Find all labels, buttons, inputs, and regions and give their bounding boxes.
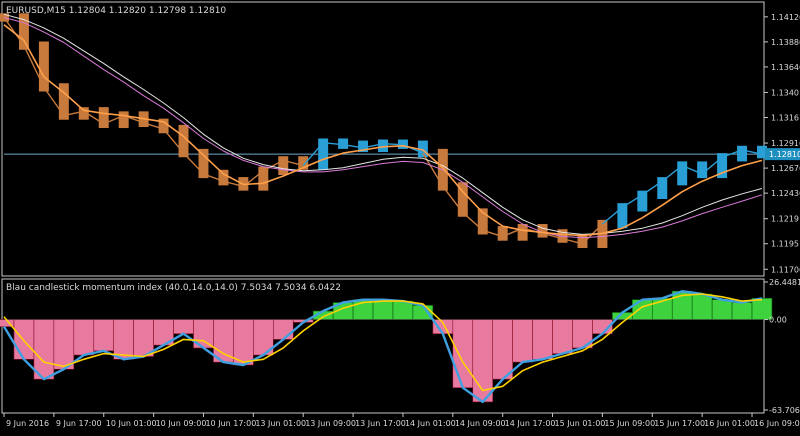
histogram-bar[interactable] <box>512 319 533 363</box>
indicator-axis-label: 26.4481 <box>769 278 800 287</box>
histogram-bar[interactable] <box>632 299 653 320</box>
time-axis-label: 13 Jun 01:00 <box>255 419 306 428</box>
indicator-axis-label: -63.7062 <box>769 406 800 415</box>
histogram-bar[interactable] <box>412 305 434 320</box>
time-axis-label: 14 Jun 01:00 <box>405 419 456 428</box>
price-axis-label: 1.12436 <box>771 189 800 198</box>
time-axis-label: 14 Jun 17:00 <box>505 419 556 428</box>
histogram-bar[interactable] <box>173 319 194 335</box>
price-axis-label: 1.12916 <box>771 139 800 148</box>
time-axis-label: 10 Jun 01:00 <box>106 419 157 428</box>
histogram-bar[interactable] <box>53 319 75 370</box>
time-axis-label: 9 Jun 2016 <box>6 419 49 428</box>
price-axis-label: 1.14126 <box>771 13 800 22</box>
time-axis-label: 14 Jun 09:00 <box>455 419 506 428</box>
histogram-bar[interactable] <box>731 302 753 320</box>
histogram-bar[interactable] <box>272 319 294 340</box>
histogram-bar[interactable] <box>372 299 394 320</box>
price-axis-label: 1.11706 <box>771 265 800 274</box>
time-axis-label: 13 Jun 17:00 <box>355 419 406 428</box>
time-axis-label: 10 Jun 09:00 <box>156 419 207 428</box>
price-axis-label: 1.13161 <box>771 114 800 123</box>
price-axis-label: 1.13886 <box>771 38 800 47</box>
price-title: EURUSD,M15 1.12804 1.12820 1.12798 1.128… <box>6 6 226 16</box>
chart-svg[interactable]: 1.14126 1.13886 1.13646 1.13401 1.13161 1.129… <box>0 0 800 432</box>
price-axis-label: 1.12191 <box>771 215 800 224</box>
current-price-label: 1.12810 <box>769 150 800 159</box>
histogram-bar[interactable] <box>552 319 573 354</box>
histogram-bar[interactable] <box>93 319 115 352</box>
histogram-bar[interactable] <box>691 293 713 320</box>
time-axis-label: 16 Jun 01:00 <box>704 419 755 428</box>
histogram-bar[interactable] <box>233 319 254 366</box>
indicator-title: Blau candlestick momentum index (40.0,14… <box>6 283 341 293</box>
histogram-bar[interactable] <box>13 319 35 360</box>
time-axis-label: 13 Jun 09:00 <box>305 419 356 428</box>
histogram-bar[interactable] <box>73 319 95 356</box>
histogram-bar[interactable] <box>113 319 134 360</box>
histogram-bar[interactable] <box>392 300 414 320</box>
indicator-axis-label: 0.00 <box>769 316 787 325</box>
time-axis-label: 15 Jun 09:00 <box>604 419 655 428</box>
time-axis-label: 15 Jun 01:00 <box>555 419 606 428</box>
time-axis-label: 15 Jun 17:00 <box>654 419 705 428</box>
time-axis-label: 9 Jun 17:00 <box>56 419 102 428</box>
histogram-bar[interactable] <box>133 319 154 357</box>
trading-chart[interactable]: 1.14126 1.13886 1.13646 1.13401 1.13161 1.129… <box>0 0 800 432</box>
price-axis-label: 1.13646 <box>771 63 800 72</box>
histogram-bar[interactable] <box>711 299 733 320</box>
price-axis-label: 1.11951 <box>771 240 800 249</box>
price-axis-label: 1.12676 <box>771 164 800 173</box>
time-axis-label: 16 Jun 09:00 <box>754 419 800 428</box>
histogram-bar[interactable] <box>452 319 474 389</box>
histogram-bar[interactable] <box>492 319 513 380</box>
histogram-bar[interactable] <box>532 319 553 360</box>
price-axis-label: 1.13401 <box>771 88 800 97</box>
histogram-bar[interactable] <box>33 319 55 380</box>
time-axis-label: 10 Jun 17:00 <box>205 419 256 428</box>
